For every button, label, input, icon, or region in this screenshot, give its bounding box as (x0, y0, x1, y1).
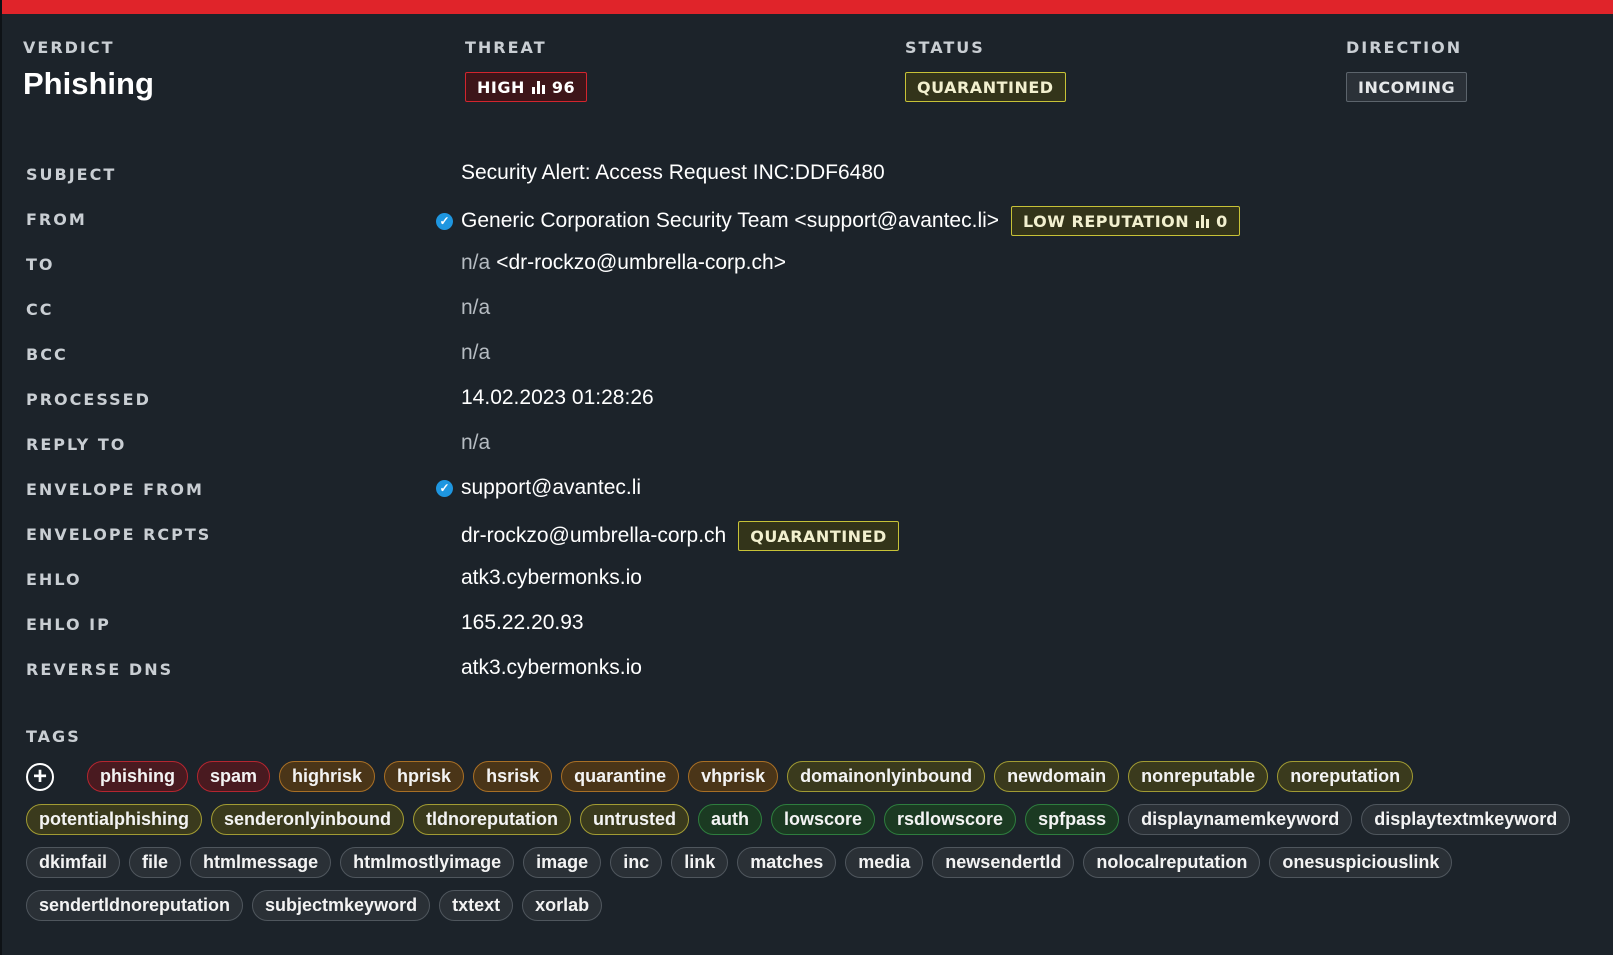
tag-chip[interactable]: highrisk (279, 761, 376, 792)
reputation-score: 0 (1216, 211, 1228, 231)
tag-chip[interactable]: subjectmkeyword (252, 890, 431, 921)
status-section: STATUS QUARANTINED (905, 38, 1066, 102)
direction-badge: INCOMING (1346, 72, 1468, 102)
envelope-from-label: ENVELOPE FROM (26, 480, 204, 499)
tag-chip[interactable]: xorlab (522, 890, 603, 921)
tag-chip[interactable]: htmlmostlyimage (340, 847, 515, 878)
bcc-label: BCC (26, 345, 68, 364)
processed-value: 14.02.2023 01:28:26 (461, 386, 654, 409)
rcpt-status-badge: QUARANTINED (738, 521, 899, 551)
verified-check-icon: ✓ (436, 479, 453, 497)
envelope-from-value: ✓ support@avantec.li (436, 476, 641, 500)
subject-text: Security Alert: Access Request INC:DDF64… (461, 161, 885, 184)
from-value: ✓ Generic Corporation Security Team <sup… (436, 206, 1240, 236)
tag-chip[interactable]: link (671, 847, 729, 878)
tag-chip[interactable]: potentialphishing (26, 804, 202, 835)
tag-chip[interactable]: nolocalreputation (1083, 847, 1261, 878)
tag-row: sendertldnoreputation subjectmkeyword txte… (26, 889, 1596, 922)
tag-row: dkimfail file htmlmessage htmlmostlyimage im… (26, 846, 1596, 879)
envelope-from-address[interactable]: support@avantec.li (461, 476, 641, 500)
verdict-section: VERDICT Phishing (23, 38, 154, 102)
tag-chip[interactable]: hprisk (384, 761, 465, 792)
tag-chip[interactable]: onesuspiciouslink (1269, 847, 1453, 878)
tag-chip[interactable]: rsdlowscore (884, 804, 1017, 835)
tag-chip[interactable]: image (523, 847, 602, 878)
tag-chip[interactable]: spam (197, 761, 271, 792)
tag-chip[interactable]: vhprisk (688, 761, 779, 792)
cc-label: CC (26, 300, 54, 319)
tag-chip[interactable]: untrusted (580, 804, 689, 835)
tag-chip[interactable]: noreputation (1277, 761, 1414, 792)
to-label: TO (26, 255, 55, 274)
ehlo-value: atk3.cybermonks.io (461, 566, 642, 589)
tag-row: + phishing spam highrisk hprisk hsrisk quarant… (26, 760, 1596, 793)
tags-container: + phishing spam highrisk hprisk hsrisk quarant… (26, 760, 1596, 932)
reply-to-label: REPLY TO (26, 435, 127, 454)
tag-chip[interactable]: senderonlyinbound (211, 804, 405, 835)
tag-row: potentialphishing senderonlyinbound tldnor… (26, 803, 1596, 836)
direction-label: DIRECTION (1346, 38, 1463, 57)
tag-chip[interactable]: lowscore (771, 804, 876, 835)
tag-chip[interactable]: dkimfail (26, 847, 121, 878)
reverse-dns-value: atk3.cybermonks.io (461, 656, 642, 679)
tag-chip[interactable]: nonreputable (1128, 761, 1269, 792)
threat-label: THREAT (465, 38, 547, 57)
tag-chip[interactable]: matches (737, 847, 837, 878)
tag-chip[interactable]: hsrisk (473, 761, 553, 792)
tag-chip[interactable]: newdomain (994, 761, 1120, 792)
reputation-badge: LOW REPUTATION 0 (1011, 206, 1240, 236)
subject-label: SUBJECT (26, 165, 117, 184)
ehlo-ip-value: 165.22.20.93 (461, 611, 584, 634)
verified-check-icon: ✓ (436, 212, 453, 230)
threat-score: 96 (551, 77, 576, 97)
from-sender[interactable]: Generic Corporation Security Team <suppo… (461, 209, 999, 233)
cc-value: n/a (461, 296, 491, 319)
to-value: n/a <dr-rockzo@umbrella-corp.ch> (461, 251, 786, 275)
tag-chip[interactable]: spfpass (1025, 804, 1120, 835)
score-bars-icon (531, 80, 545, 94)
reverse-dns-label: REVERSE DNS (26, 660, 174, 679)
tag-chip[interactable]: media (845, 847, 924, 878)
tag-chip[interactable]: displaynamemkeyword (1128, 804, 1353, 835)
verdict-label: VERDICT (23, 38, 115, 57)
processed-label: PROCESSED (26, 390, 151, 409)
threat-level: HIGH (477, 77, 525, 97)
to-address[interactable]: <dr-rockzo@umbrella-corp.ch> (496, 251, 786, 275)
tag-chip[interactable]: displaytextmkeyword (1361, 804, 1571, 835)
reputation-label: LOW REPUTATION (1023, 211, 1190, 231)
verdict-value: Phishing (23, 66, 154, 101)
tag-chip[interactable]: phishing (87, 761, 188, 792)
to-name: n/a (461, 251, 491, 274)
ehlo-ip-label: EHLO IP (26, 615, 111, 634)
ehlo-label: EHLO (26, 570, 82, 589)
panel-border (0, 0, 2, 955)
reply-to-value: n/a (461, 431, 491, 454)
tag-chip[interactable]: domainonlyinbound (787, 761, 986, 792)
threat-section: THREAT HIGH 96 (465, 38, 588, 102)
tag-chip[interactable]: tldnoreputation (413, 804, 571, 835)
from-label: FROM (26, 210, 87, 229)
tag-chip[interactable]: newsendertld (932, 847, 1075, 878)
tag-chip[interactable]: htmlmessage (190, 847, 332, 878)
tag-chip[interactable]: sendertldnoreputation (26, 890, 244, 921)
envelope-rcpts-value: dr-rockzo@umbrella-corp.ch QUARANTINED (461, 521, 899, 551)
score-bars-icon (1196, 214, 1210, 228)
tag-chip[interactable]: auth (698, 804, 762, 835)
direction-section: DIRECTION INCOMING (1346, 38, 1468, 102)
threat-level-badge: HIGH 96 (465, 72, 588, 102)
tag-chip[interactable]: txtext (439, 890, 514, 921)
envelope-rcpt-address[interactable]: dr-rockzo@umbrella-corp.ch (461, 524, 726, 548)
threat-alert-bar (0, 0, 1613, 14)
status-label: STATUS (905, 38, 985, 57)
subject-value: Security Alert: Access Request INC:DDF64… (461, 161, 885, 185)
tag-chip[interactable]: quarantine (561, 761, 680, 792)
tag-chip[interactable]: inc (610, 847, 663, 878)
bcc-value: n/a (461, 341, 491, 364)
tags-label: TAGS (26, 727, 81, 746)
status-badge: QUARANTINED (905, 72, 1066, 102)
plus-circle-icon[interactable]: + (26, 762, 54, 791)
tag-chip[interactable]: file (129, 847, 182, 878)
envelope-rcpts-label: ENVELOPE RCPTS (26, 525, 212, 544)
